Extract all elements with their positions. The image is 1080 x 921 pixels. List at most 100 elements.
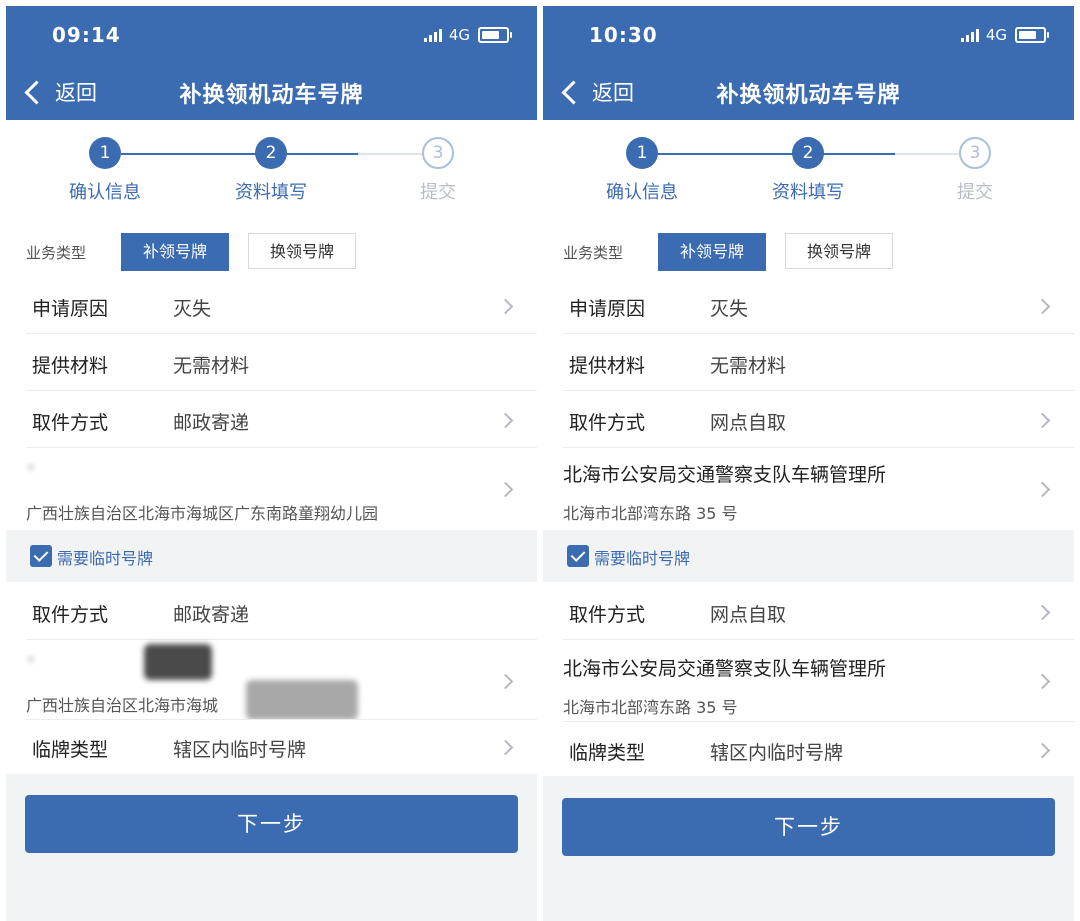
- chevron-right-icon: [497, 412, 514, 429]
- pickup-method-value: 网点自取: [710, 412, 787, 434]
- materials-label: 提供材料: [569, 355, 646, 377]
- step-2-label: 资料填写: [235, 182, 307, 203]
- temp-plate-type-label: 临牌类型: [32, 739, 109, 761]
- step-connector-done: [658, 153, 810, 155]
- temp-pickup-point-address: 北海市北部湾东路 35 号: [563, 698, 738, 717]
- pickup-method-label: 取件方式: [32, 412, 109, 434]
- temp-pickup-method-row[interactable]: 取件方式 邮政寄递: [6, 582, 537, 640]
- status-indicators: 4G: [960, 26, 1049, 44]
- status-time: 09:14: [52, 23, 121, 47]
- phone-screen-right: 10:30 4G 返回 补换领机动车号牌 1 2 3 确认信息 资料填写 提交 …: [543, 6, 1074, 921]
- pickup-point-address: 北海市北部湾东路 35 号: [563, 504, 738, 523]
- temp-pickup-address-detail: 广西壮族自治区北海市海城: [26, 696, 219, 715]
- signal-icon: [960, 28, 979, 42]
- step-2-circle: 2: [255, 137, 287, 169]
- temp-plate-type-row[interactable]: 临牌类型 辖区内临时号牌: [6, 720, 537, 774]
- step-1-label: 确认信息: [606, 182, 678, 203]
- step-3-circle: 3: [959, 137, 991, 169]
- temp-pickup-method-label: 取件方式: [32, 604, 109, 626]
- reason-value: 灭失: [710, 298, 749, 320]
- network-label: 4G: [448, 26, 470, 44]
- step-1-label: 确认信息: [69, 182, 141, 203]
- step-connector-pending: [358, 153, 426, 155]
- reason-row[interactable]: 申请原因 灭失: [6, 278, 537, 334]
- reason-row[interactable]: 申请原因 灭失: [543, 278, 1074, 334]
- temp-plate-type-value: 辖区内临时号牌: [710, 742, 844, 764]
- temp-pickup-method-value: 网点自取: [710, 604, 787, 626]
- materials-value: 无需材料: [173, 355, 250, 377]
- materials-row: 提供材料 无需材料: [6, 334, 537, 391]
- materials-value: 无需材料: [710, 355, 787, 377]
- pickup-address-row[interactable]: * 广西壮族自治区北海市海城区广东南路童翔幼儿园: [6, 448, 537, 530]
- step-3-circle: 3: [422, 137, 454, 169]
- status-bar: 09:14 4G: [6, 6, 537, 64]
- checkbox-icon[interactable]: [567, 545, 589, 567]
- pickup-method-row[interactable]: 取件方式 邮政寄递: [6, 391, 537, 448]
- temp-pickup-method-row[interactable]: 取件方式 网点自取: [543, 582, 1074, 640]
- materials-label: 提供材料: [32, 355, 109, 377]
- redaction-block: [144, 644, 212, 680]
- step-1-circle: 1: [626, 137, 658, 169]
- business-type-row: 业务类型 补领号牌 换领号牌: [6, 218, 537, 278]
- page-title: 补换领机动车号牌: [716, 83, 901, 108]
- status-indicators: 4G: [423, 26, 512, 44]
- page-title: 补换领机动车号牌: [179, 83, 364, 108]
- business-type-label: 业务类型: [26, 244, 87, 262]
- battery-icon: [478, 27, 512, 43]
- temp-pickup-point-name: 北海市公安局交通警察支队车辆管理所: [563, 658, 887, 680]
- chevron-right-icon: [1034, 742, 1051, 759]
- chevron-right-icon: [1034, 481, 1051, 498]
- pickup-point-name: 北海市公安局交通警察支队车辆管理所: [563, 464, 887, 486]
- signal-icon: [423, 28, 442, 42]
- step-2-label: 资料填写: [772, 182, 844, 203]
- replace-lost-plate-option[interactable]: 补领号牌: [121, 233, 229, 271]
- next-step-button[interactable]: 下一步: [25, 795, 518, 853]
- temp-plate-check-row[interactable]: 需要临时号牌: [6, 530, 537, 582]
- chevron-right-icon: [1034, 604, 1051, 621]
- phone-screen-left: 09:14 4G 返回 补换领机动车号牌 1 2 3 确认信息 资料填写 提交 …: [6, 6, 537, 921]
- chevron-right-icon: [497, 673, 514, 690]
- replace-lost-plate-option[interactable]: 补领号牌: [658, 233, 766, 271]
- temp-plate-type-value: 辖区内临时号牌: [173, 739, 307, 761]
- checkbox-icon[interactable]: [30, 545, 52, 567]
- status-bar: 10:30 4G: [543, 6, 1074, 64]
- step-3-label: 提交: [420, 182, 456, 203]
- temp-pickup-address-row[interactable]: * 广西壮族自治区北海市海城: [6, 640, 537, 720]
- step-connector-done: [121, 153, 273, 155]
- reason-value: 灭失: [173, 298, 212, 320]
- pickup-point-row[interactable]: 北海市公安局交通警察支队车辆管理所 北海市北部湾东路 35 号: [543, 448, 1074, 530]
- temp-pickup-point-row[interactable]: 北海市公安局交通警察支队车辆管理所 北海市北部湾东路 35 号: [543, 640, 1074, 722]
- reason-label: 申请原因: [32, 298, 109, 320]
- temp-plate-type-label: 临牌类型: [569, 742, 646, 764]
- chevron-right-icon: [1034, 673, 1051, 690]
- redaction-block: [246, 680, 358, 720]
- progress-stepper: 1 2 3 确认信息 资料填写 提交: [6, 120, 537, 218]
- chevron-right-icon: [1034, 298, 1051, 315]
- temp-plate-check-label: 需要临时号牌: [57, 549, 154, 568]
- chevron-right-icon: [497, 298, 514, 315]
- pickup-method-value: 邮政寄递: [173, 412, 250, 434]
- status-time: 10:30: [589, 23, 658, 47]
- step-3-label: 提交: [957, 182, 993, 203]
- chevron-right-icon: [497, 739, 514, 756]
- exchange-plate-option[interactable]: 换领号牌: [785, 233, 893, 269]
- chevron-right-icon: [497, 481, 514, 498]
- exchange-plate-option[interactable]: 换领号牌: [248, 233, 356, 269]
- progress-stepper: 1 2 3 确认信息 资料填写 提交: [543, 120, 1074, 218]
- pickup-address-detail: 广西壮族自治区北海市海城区广东南路童翔幼儿园: [26, 504, 379, 523]
- nav-bar: 返回 补换领机动车号牌: [543, 64, 1074, 120]
- temp-plate-check-row[interactable]: 需要临时号牌: [543, 530, 1074, 582]
- materials-row: 提供材料 无需材料: [543, 334, 1074, 391]
- recipient-name-redacted: *: [26, 460, 36, 482]
- pickup-method-row[interactable]: 取件方式 网点自取: [543, 391, 1074, 448]
- network-label: 4G: [985, 26, 1007, 44]
- temp-plate-type-row[interactable]: 临牌类型 辖区内临时号牌: [543, 722, 1074, 776]
- next-step-button[interactable]: 下一步: [562, 798, 1055, 856]
- step-1-circle: 1: [89, 137, 121, 169]
- business-type-row: 业务类型 补领号牌 换领号牌: [543, 218, 1074, 278]
- business-type-label: 业务类型: [563, 244, 624, 262]
- step-connector-pending: [895, 153, 963, 155]
- reason-label: 申请原因: [569, 298, 646, 320]
- pickup-method-label: 取件方式: [569, 412, 646, 434]
- step-2-circle: 2: [792, 137, 824, 169]
